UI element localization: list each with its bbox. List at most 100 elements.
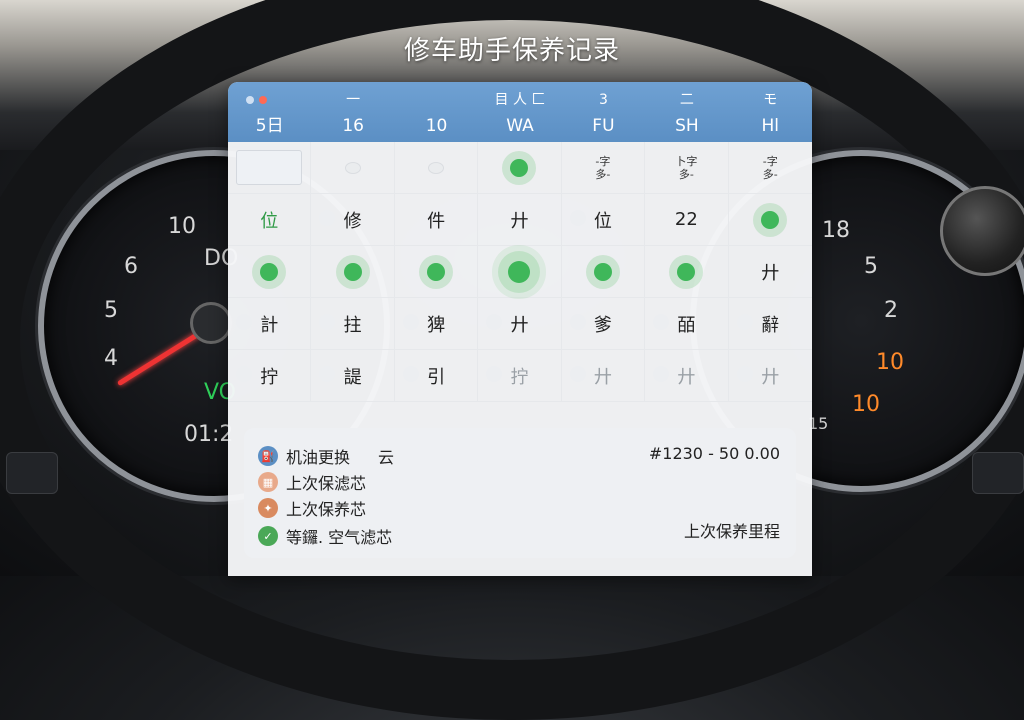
cell-label: 22 <box>674 209 698 230</box>
calendar-cell[interactable]: 皕 <box>645 298 729 350</box>
day-header[interactable]: モ Hl <box>729 82 812 142</box>
placeholder-dot <box>569 366 586 382</box>
day-header-label: FU <box>592 116 615 136</box>
calendar-cell[interactable]: 諟 <box>311 350 395 402</box>
cell-label: 修 <box>343 210 362 232</box>
calendar-cell[interactable] <box>228 246 312 298</box>
control-knob[interactable] <box>940 186 1024 276</box>
calendar-cell[interactable]: 位 <box>228 194 312 246</box>
gauge-tick: 4 <box>104 346 118 371</box>
legend-item-service[interactable]: ✦ 上次保养芯 <box>258 496 366 520</box>
calendar-cell[interactable]: -字 多- <box>728 142 812 194</box>
window-dots-icon <box>246 96 267 104</box>
day-header[interactable]: 一 16 <box>311 82 394 142</box>
gauge-tick: 5 <box>864 254 878 279</box>
calendar-cell[interactable] <box>311 246 395 298</box>
calendar-cell[interactable]: 計 <box>228 298 312 350</box>
calendar-cell[interactable] <box>561 246 646 298</box>
calendar-cell[interactable]: 廾 <box>478 194 562 246</box>
day-header-top <box>395 93 478 107</box>
calendar-cell[interactable] <box>394 246 479 298</box>
day-header-top: 目 人 匚 <box>494 92 546 108</box>
cell-label: 猈 <box>427 314 446 336</box>
placeholder-dot <box>486 314 503 330</box>
gauge-tick: 5 <box>104 298 118 323</box>
calendar-cell[interactable]: 爹 <box>561 298 646 350</box>
calendar-grid: -字 多- 卜字 多- -字 多- 位修件廾位 22 廾計拄猈廾爹皕辭拧諟引拧廾廾廾 <box>228 142 812 402</box>
cell-note-line: 多- <box>762 167 778 181</box>
day-header[interactable]: 目 人 匚 WA <box>478 82 561 142</box>
day-header[interactable]: 二 SH <box>645 82 728 142</box>
day-header-label: 16 <box>342 116 364 136</box>
empty-event-marker <box>428 161 445 174</box>
cell-note-line: 多- <box>678 167 694 181</box>
cell-label: 爹 <box>593 314 612 336</box>
cell-label: 辭 <box>761 314 780 336</box>
day-header[interactable]: 3 FU <box>562 82 645 142</box>
empty-event-marker <box>344 161 361 174</box>
maintenance-event-dot[interactable] <box>508 260 531 283</box>
day-header[interactable]: 5日 <box>228 82 311 142</box>
calendar-cell[interactable]: 拧 <box>478 350 562 402</box>
cell-label: 廾 <box>761 262 780 284</box>
mileage-label: 上次保养里程 <box>683 522 780 541</box>
calendar-cell[interactable]: 廾 <box>645 350 729 402</box>
cell-label: 皕 <box>677 314 696 336</box>
cell-label: 引 <box>427 366 446 388</box>
cell-label: 拧 <box>510 366 529 388</box>
calendar-cell[interactable]: 辭 <box>728 298 812 350</box>
gauge-tick: 6 <box>124 254 138 279</box>
calendar-cell[interactable]: 廾 <box>728 350 812 402</box>
calendar-cell[interactable] <box>478 246 562 298</box>
calendar-cell[interactable] <box>478 142 562 194</box>
day-header-top: 二 <box>679 92 694 108</box>
gauge-tick: 10 <box>876 350 904 375</box>
calendar-cell[interactable]: 廾 <box>478 298 562 350</box>
legend-item-air-filter[interactable]: ✓ 等鑼. 空气滤芯 <box>258 524 392 548</box>
placeholder-dot <box>653 366 670 382</box>
dash-button[interactable] <box>6 452 58 494</box>
calendar-cell[interactable]: 廾 <box>561 350 646 402</box>
calendar-cell[interactable] <box>394 142 479 194</box>
calendar-cell[interactable]: 件 <box>394 194 479 246</box>
calendar-cell[interactable]: 修 <box>311 194 395 246</box>
gauge-label: 01:2 <box>184 422 234 447</box>
calendar-cell[interactable] <box>228 142 312 194</box>
cell-note: 卜字 多- <box>675 155 697 181</box>
maintenance-event-dot[interactable] <box>343 262 362 281</box>
maintenance-event-dot[interactable] <box>260 262 279 281</box>
cell-label: 廾 <box>677 366 696 388</box>
maintenance-event-dot[interactable] <box>427 262 446 281</box>
calendar-cell[interactable]: 拄 <box>311 298 395 350</box>
cell-label: 拄 <box>343 314 362 336</box>
day-header-label: 5日 <box>255 116 284 136</box>
maintenance-event-dot[interactable] <box>677 262 696 281</box>
day-header[interactable]: 10 <box>395 82 478 142</box>
maintenance-event-dot[interactable] <box>761 210 780 229</box>
cell-note: -字 多- <box>763 155 778 181</box>
calendar-cell[interactable]: -字 多- <box>561 142 646 194</box>
calendar-cell[interactable]: 猈 <box>394 298 479 350</box>
calendar-cell[interactable] <box>728 194 812 246</box>
legend-item-oil-change[interactable]: ⛽ 机油更换 云 <box>258 444 394 468</box>
calendar-cell[interactable] <box>311 142 395 194</box>
maintenance-event-dot[interactable] <box>593 262 612 281</box>
gauge-tick: 10 <box>852 392 880 417</box>
calendar-cell[interactable]: 拧 <box>228 350 312 402</box>
maintenance-event-dot[interactable] <box>510 158 529 177</box>
placeholder-dot <box>319 314 336 330</box>
legend-item-filter[interactable]: ▦ 上次保滤芯 <box>258 470 366 494</box>
dash-button[interactable] <box>972 452 1024 494</box>
calendar-cell[interactable]: 卜字 多- <box>645 142 729 194</box>
calendar-cell[interactable]: 引 <box>394 350 479 402</box>
cell-label: 諟 <box>343 366 362 388</box>
cell-note-line: 多- <box>595 167 611 181</box>
cell-note-line: -字 <box>762 154 778 168</box>
calendar-cell[interactable]: 22 <box>645 194 729 246</box>
calendar-cell[interactable]: 廾 <box>728 246 812 298</box>
day-header-top: 3 <box>598 92 608 108</box>
calendar-cell[interactable] <box>645 246 729 298</box>
placeholder-dot <box>653 314 670 330</box>
calendar-cell[interactable]: 位 <box>561 194 646 246</box>
cell-label: 計 <box>260 314 279 336</box>
